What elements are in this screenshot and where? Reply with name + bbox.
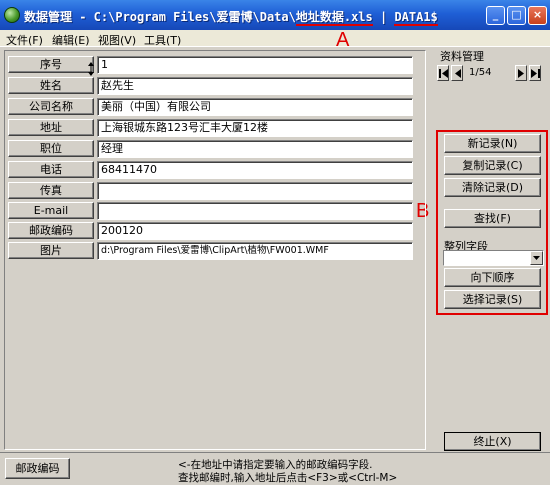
menu-view[interactable]: 视图(V) bbox=[98, 32, 136, 48]
app-icon[interactable] bbox=[4, 7, 20, 23]
title-bar: 数据管理 - C:\Program Files\爱雷博\Data\地址数据.xl… bbox=[0, 0, 550, 30]
minimize-button[interactable]: _ bbox=[486, 6, 505, 25]
find-button[interactable]: 查找(F) bbox=[444, 209, 541, 228]
field-label-serial[interactable]: 序号 bbox=[8, 56, 94, 73]
record-navigator: 1/54 bbox=[437, 65, 547, 82]
field-label-position[interactable]: 职位 bbox=[8, 140, 94, 157]
next-record-icon bbox=[518, 69, 524, 78]
record-position: 1/54 bbox=[469, 67, 492, 78]
menu-edit[interactable]: 编辑(E) bbox=[52, 32, 90, 48]
previous-record-button[interactable] bbox=[451, 65, 463, 81]
field-input-position[interactable]: 经理 bbox=[97, 140, 413, 158]
sort-indicator-icon bbox=[88, 62, 94, 76]
field-input-fax[interactable] bbox=[97, 182, 413, 200]
stop-button[interactable]: 终止(X) bbox=[444, 432, 541, 451]
field-input-company[interactable]: 美丽（中国）有限公司 bbox=[97, 98, 413, 116]
clear-record-button[interactable]: 清除记录(D) bbox=[444, 178, 541, 197]
first-record-button[interactable] bbox=[437, 65, 449, 81]
field-input-picture[interactable]: d:\Program Files\爱雷博\ClipArt\植物\FW001.WM… bbox=[97, 242, 413, 260]
close-button[interactable]: × bbox=[528, 6, 547, 25]
menu-tools[interactable]: 工具(T) bbox=[144, 32, 181, 48]
title-file-name: 地址数据.xls bbox=[295, 10, 373, 26]
last-record-button[interactable] bbox=[529, 65, 541, 81]
field-input-serial[interactable]: 1 bbox=[97, 56, 413, 74]
copy-record-button[interactable]: 复制记录(C) bbox=[444, 156, 541, 175]
window-title: 数据管理 - C:\Program Files\爱雷博\Data\地址数据.xl… bbox=[24, 10, 438, 26]
field-label-fax[interactable]: 传真 bbox=[8, 182, 94, 199]
field-label-picture[interactable]: 图片 bbox=[8, 242, 94, 259]
postcode-status-button[interactable]: 邮政编码 bbox=[5, 458, 70, 479]
select-record-button[interactable]: 选择记录(S) bbox=[444, 290, 541, 309]
status-hint-line2: 查找邮编时,输入地址后点击<F3>或<Ctrl-M> bbox=[178, 472, 398, 484]
last-record-icon bbox=[531, 69, 540, 78]
field-input-postcode[interactable]: 200120 bbox=[97, 222, 413, 240]
field-label-name[interactable]: 姓名 bbox=[8, 77, 94, 94]
field-input-name[interactable]: 赵先生 bbox=[97, 77, 413, 95]
annotation-a: A bbox=[336, 29, 350, 51]
field-label-email[interactable]: E-mail bbox=[8, 202, 94, 219]
field-label-phone[interactable]: 电话 bbox=[8, 161, 94, 178]
field-input-address[interactable]: 上海银城东路123号汇丰大厦12楼 bbox=[97, 119, 413, 137]
order-down-button[interactable]: 向下顺序 bbox=[444, 268, 541, 287]
field-label-address[interactable]: 地址 bbox=[8, 119, 94, 136]
menu-file[interactable]: 文件(F) bbox=[6, 32, 43, 48]
first-record-icon bbox=[439, 69, 448, 78]
maximize-button[interactable]: □ bbox=[507, 6, 526, 25]
next-record-button[interactable] bbox=[515, 65, 527, 81]
dropdown-arrow-icon[interactable] bbox=[530, 251, 543, 265]
title-sheet-name: DATA1$ bbox=[394, 10, 438, 26]
records-group-title: 资料管理 bbox=[440, 50, 484, 63]
field-input-email[interactable] bbox=[97, 202, 413, 220]
field-label-company[interactable]: 公司名称 bbox=[8, 98, 94, 115]
previous-record-icon bbox=[455, 69, 461, 78]
field-input-phone[interactable]: 68411470 bbox=[97, 161, 413, 179]
status-divider bbox=[0, 452, 550, 453]
new-record-button[interactable]: 新记录(N) bbox=[444, 134, 541, 153]
menu-bar: 文件(F) 编辑(E) 视图(V) 工具(T) bbox=[0, 30, 550, 47]
field-label-postcode[interactable]: 邮政编码 bbox=[8, 222, 94, 239]
sort-field-select[interactable] bbox=[443, 250, 544, 266]
